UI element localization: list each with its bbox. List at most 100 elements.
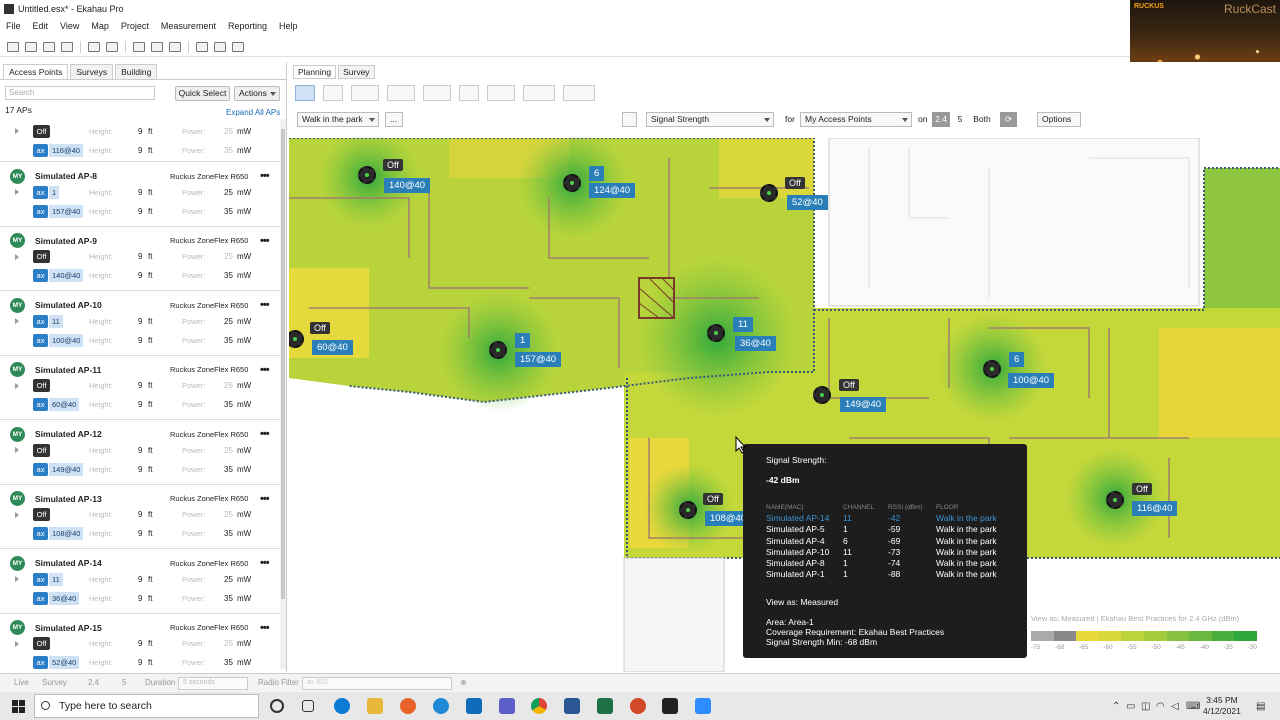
ap-list-item[interactable]: MY Simulated AP-11 Ruckus ZoneFlex R650 …	[0, 356, 280, 420]
tab-survey[interactable]: Survey	[338, 65, 375, 79]
height-value[interactable]: 9	[138, 510, 142, 519]
ap-radio-row[interactable]: Off Height: 9 ft Power: 25 mW	[15, 442, 275, 458]
height-value[interactable]: 9	[138, 446, 142, 455]
undo-icon[interactable]	[214, 41, 226, 52]
tab-surveys[interactable]: Surveys	[70, 64, 114, 79]
ap-marker[interactable]	[813, 386, 831, 404]
ap-radio-row[interactable]: ax 108@40 Height: 9 ft Power: 35 mW	[15, 526, 275, 542]
power-value[interactable]: 35	[224, 207, 233, 216]
expand-arrow-icon[interactable]	[15, 382, 19, 389]
visualization-select[interactable]: Signal Strength	[646, 112, 774, 127]
radio-channel[interactable]: 116@40	[49, 143, 83, 157]
live-button[interactable]: Live	[14, 678, 29, 687]
chart-icon[interactable]	[196, 41, 208, 52]
ap-list-item[interactable]: Off Height: 9 ft Power: 25 mW ax 116@40 …	[0, 119, 280, 162]
radio-channel[interactable]: 52@40	[49, 656, 80, 669]
ap-channel-label[interactable]: 149@40	[840, 397, 887, 412]
ap-radio-row[interactable]: Off Height: 9 ft Power: 25 mW	[15, 507, 275, 523]
menu-map[interactable]: Map	[85, 21, 115, 31]
ap-channel-label[interactable]: 11	[733, 317, 753, 332]
quick-select-button[interactable]: Quick Select	[175, 86, 230, 101]
comment-tool-icon[interactable]	[351, 85, 379, 101]
power-value[interactable]: 25	[224, 381, 233, 390]
ap-list-item[interactable]: MY Simulated AP-8 Ruckus ZoneFlex R650 •…	[0, 162, 280, 227]
ap-channel-label[interactable]: 140@40	[384, 178, 431, 193]
ap-radio-row[interactable]: ax 116@40 Height: 9 ft Power: 35 mW	[15, 142, 275, 158]
survey-button[interactable]: Survey	[42, 678, 67, 687]
height-value[interactable]: 9	[138, 575, 142, 584]
radio-channel[interactable]: 108@40	[49, 527, 84, 540]
band-both-button[interactable]: Both	[970, 112, 994, 127]
height-value[interactable]: 9	[138, 336, 142, 345]
power-value[interactable]: 35	[224, 658, 233, 667]
radio-channel[interactable]: 1	[49, 185, 60, 199]
ap-channel-label[interactable]: 52@40	[787, 195, 828, 210]
power-value[interactable]: 25	[224, 252, 233, 261]
band-5-toggle[interactable]: 5	[122, 678, 126, 687]
power-value[interactable]: 25	[224, 575, 233, 584]
auto-planner-icon[interactable]	[523, 85, 555, 101]
ap-channel-label[interactable]: 36@40	[735, 336, 776, 351]
word-icon[interactable]	[564, 698, 580, 714]
refresh-icon[interactable]: ⟳	[1000, 112, 1017, 127]
ap-radio-row[interactable]: ax 52@40 Height: 9 ft Power: 35 mW	[15, 655, 275, 671]
ap-list-scrollbar[interactable]	[280, 119, 286, 669]
expand-arrow-icon[interactable]	[15, 189, 19, 195]
band-2-4-button[interactable]: 2.4	[932, 112, 950, 127]
scrollbar-thumb[interactable]	[281, 129, 285, 599]
zoom-icon[interactable]: ⊕	[460, 678, 467, 687]
select-pointer-icon[interactable]	[295, 85, 315, 101]
height-value[interactable]: 9	[138, 271, 142, 280]
height-value[interactable]: 9	[138, 127, 142, 136]
menu-view[interactable]: View	[54, 21, 85, 31]
edge-icon[interactable]	[334, 698, 350, 714]
radio-channel[interactable]: 100@40	[49, 333, 84, 347]
power-value[interactable]: 25	[224, 188, 233, 197]
ap-channel-label[interactable]: 116@40	[1132, 501, 1178, 516]
ap-radio-row[interactable]: Off Height: 9 ft Power: 25 mW	[15, 249, 275, 265]
open-folder-icon[interactable]	[7, 41, 19, 52]
meet-now-icon[interactable]: ◫	[1141, 701, 1150, 712]
height-value[interactable]: 9	[138, 529, 142, 538]
tab-access-points[interactable]: Access Points	[3, 64, 69, 79]
radio-channel[interactable]: 149@40	[49, 462, 84, 476]
ap-more-icon[interactable]: •••	[260, 364, 270, 376]
height-value[interactable]: 9	[138, 317, 142, 326]
ap-more-icon[interactable]: •••	[260, 299, 270, 311]
radio-filter-select[interactable]: ax 802	[302, 677, 452, 690]
power-value[interactable]: 35	[224, 400, 233, 409]
search-input[interactable]: Search	[5, 86, 155, 100]
menu-project[interactable]: Project	[115, 21, 155, 31]
ap-channel-label[interactable]: 124@40	[589, 183, 636, 198]
more-button[interactable]: ...	[385, 112, 403, 127]
copy-tool-icon[interactable]	[459, 85, 479, 101]
wall-tool-icon[interactable]	[323, 85, 343, 101]
excel-icon[interactable]	[597, 698, 613, 714]
radio-channel[interactable]: 11	[49, 572, 63, 586]
layout-icon[interactable]	[106, 41, 118, 52]
band-5-button[interactable]: 5	[953, 112, 967, 127]
ap-radio-row[interactable]: ax 11 Height: 9 ft Power: 25 mW	[15, 571, 275, 587]
teams-icon[interactable]	[499, 698, 515, 714]
height-value[interactable]: 9	[138, 400, 142, 409]
actions-dropdown[interactable]: Actions	[234, 86, 280, 101]
radio-channel[interactable]: 140@40	[49, 269, 84, 282]
ap-marker[interactable]	[563, 174, 581, 192]
options-button[interactable]: Options	[1037, 112, 1081, 127]
powerpoint-icon[interactable]	[630, 698, 646, 714]
height-value[interactable]: 9	[138, 639, 142, 648]
tab-building[interactable]: Building	[115, 64, 158, 79]
zoom-in-icon[interactable]	[133, 41, 145, 52]
windows-start-icon[interactable]	[12, 700, 25, 713]
ap-marker[interactable]	[489, 341, 507, 359]
radio-channel[interactable]: 36@40	[49, 591, 80, 605]
expand-arrow-icon[interactable]	[15, 511, 19, 518]
power-value[interactable]: 35	[224, 271, 233, 280]
ap-channel-label[interactable]: 1	[515, 333, 531, 348]
firefox-icon[interactable]	[400, 698, 416, 714]
ap-radio-row[interactable]: Off Height: 9 ft Power: 25 mW	[15, 123, 275, 139]
menu-edit[interactable]: Edit	[27, 21, 55, 31]
expand-arrow-icon[interactable]	[15, 128, 19, 134]
radio-channel[interactable]: 11	[49, 314, 63, 328]
outlook-icon[interactable]	[466, 698, 482, 714]
